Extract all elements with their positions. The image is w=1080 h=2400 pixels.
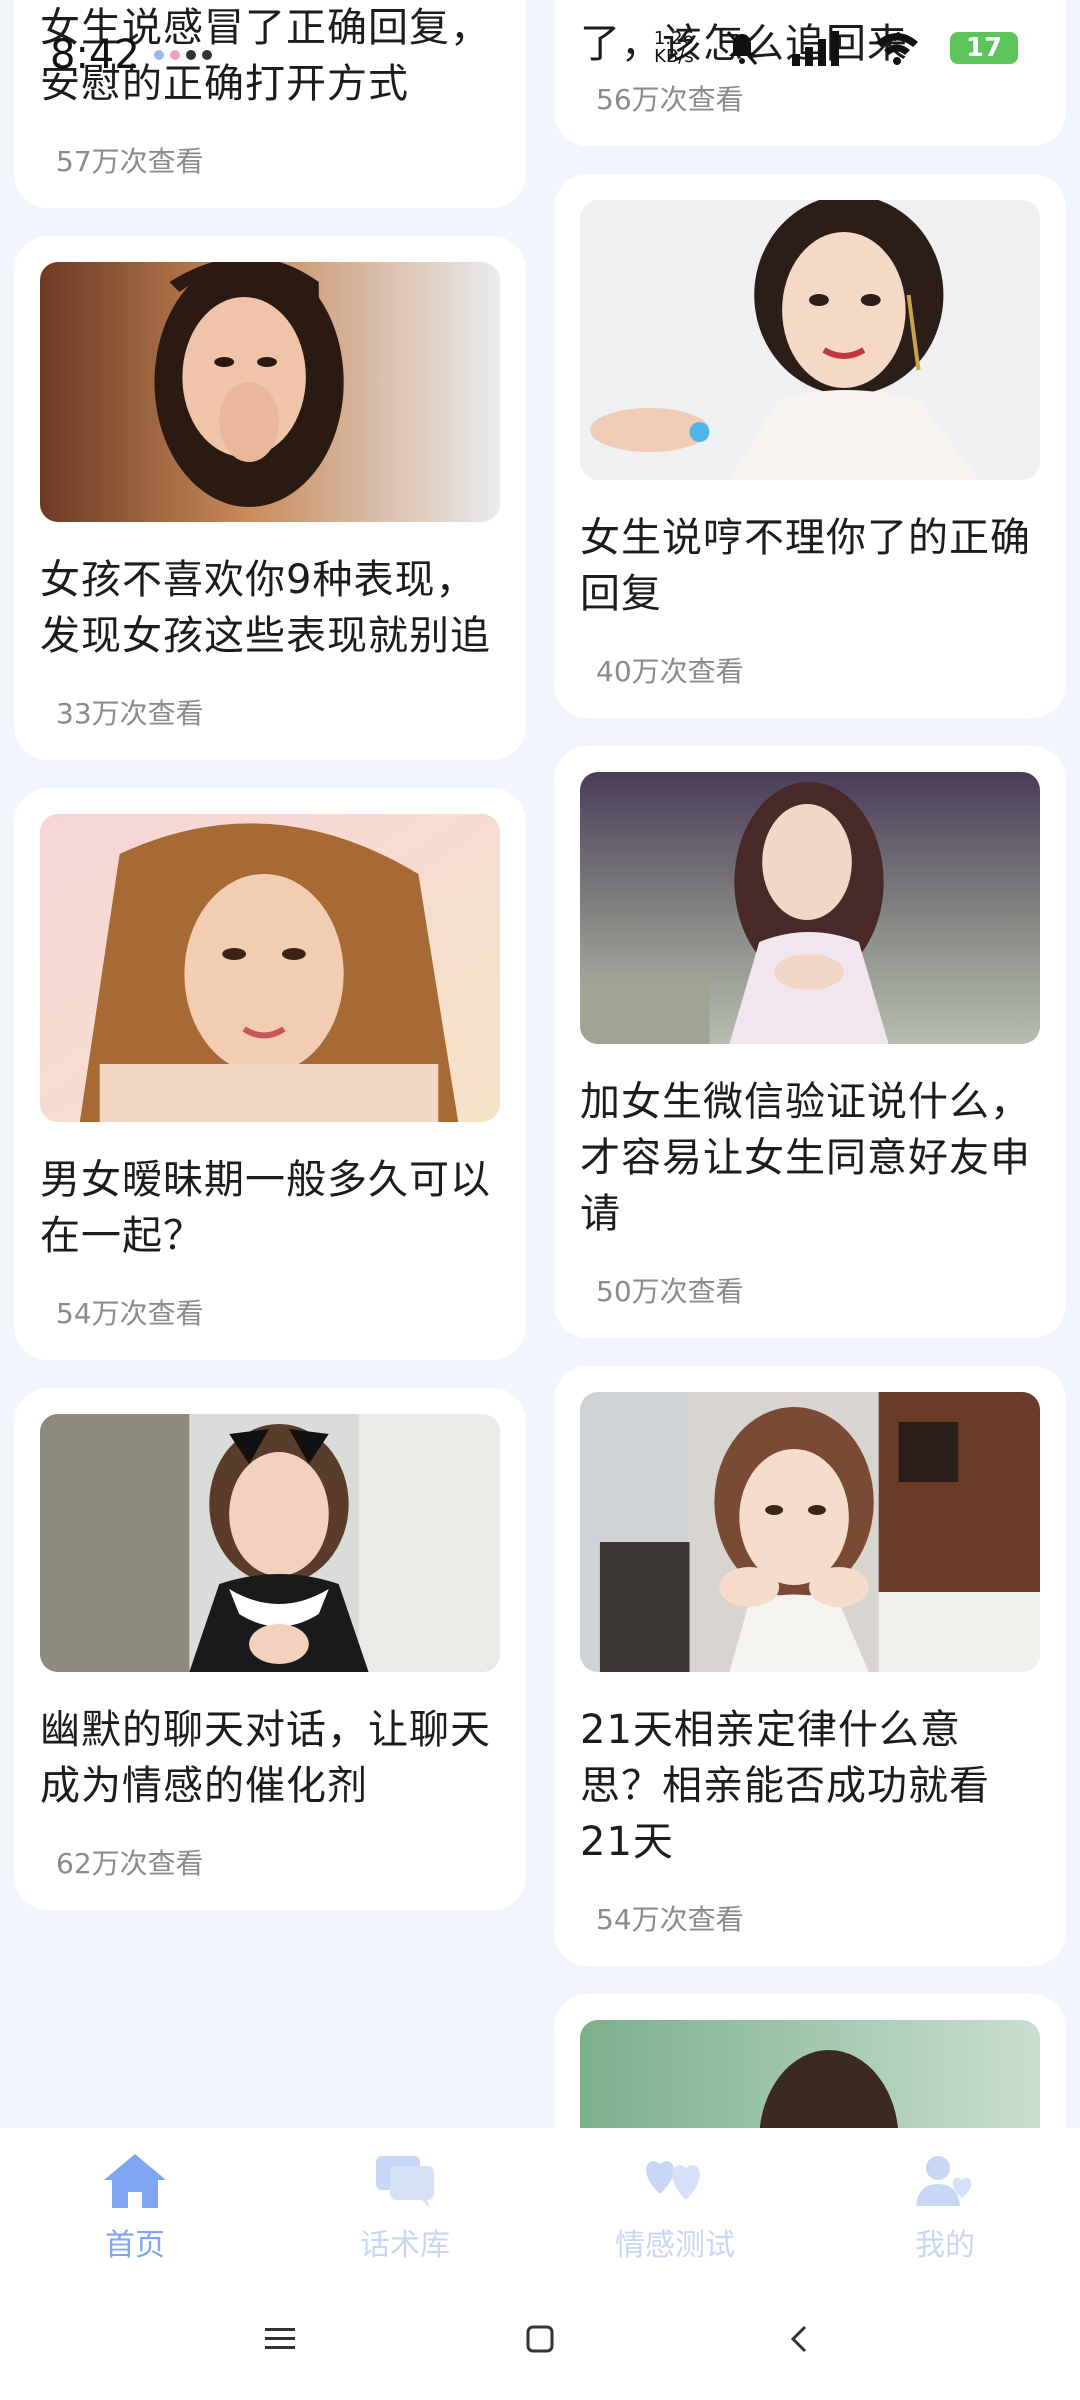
notification-dots-icon <box>153 50 212 60</box>
article-views: 33万次查看 <box>56 697 204 730</box>
status-bar: 8:42 1.26 KB/s 17 <box>0 0 1080 110</box>
battery-level: 17 <box>965 33 1003 63</box>
nav-home-label: 首页 <box>105 2228 165 2263</box>
feed-column-right: 了，该怎么追回来 56万次查看 <box>554 0 1066 2128</box>
network-speed-unit: KB/s <box>654 46 694 67</box>
menu-button[interactable] <box>250 2309 310 2369</box>
status-icons: 1.26 KB/s 17 <box>654 28 1020 68</box>
status-time: 8:42 <box>50 32 140 78</box>
article-views: 62万次查看 <box>56 1847 204 1880</box>
article-title: 幽默的聊天对话，让聊天成为情感的催化剂 <box>40 1707 491 1809</box>
signal-icon <box>792 31 839 66</box>
hearts-icon <box>646 2161 700 2200</box>
user-heart-icon <box>916 2156 972 2206</box>
chat-bubbles-icon <box>376 2156 434 2208</box>
article-title: 21天相亲定律什么意思？相亲能否成功就看21天 <box>580 1707 990 1865</box>
menu-icon <box>265 2328 295 2349</box>
wifi-icon <box>876 33 918 65</box>
bottom-navigation: 首页 话术库 情感测试 我的 <box>0 2128 1080 2278</box>
back-button[interactable] <box>770 2309 830 2369</box>
nav-mine-label: 我的 <box>915 2228 975 2263</box>
article-views: 50万次查看 <box>596 1275 744 1308</box>
article-thumbnail <box>580 772 1040 1044</box>
article-thumbnail <box>580 1392 1040 1672</box>
home-icon <box>104 2154 166 2208</box>
nav-emotion-test-label: 情感测试 <box>615 2228 735 2263</box>
home-button[interactable] <box>510 2309 570 2369</box>
nav-home[interactable]: 首页 <box>0 2128 270 2278</box>
back-arrow-icon <box>790 2325 807 2353</box>
article-views: 57万次查看 <box>56 145 204 178</box>
article-thumbnail <box>40 1414 500 1672</box>
battery-indicator: 17 <box>948 30 1020 66</box>
feed-column-left: 女生说感冒了正确回复，安慰的正确打开方式 57万次查看 女孩不喜欢你9种表现，发… <box>14 0 526 1938</box>
nav-scripts[interactable]: 话术库 <box>270 2128 540 2278</box>
article-card[interactable]: 男女暧昧期一般多久可以在一起？ 54万次查看 <box>14 788 526 1360</box>
article-card[interactable]: 女孩不喜欢你9种表现，发现女孩这些表现就别追 33万次查看 <box>14 236 526 760</box>
system-navigation <box>0 2278 1080 2400</box>
nav-emotion-test[interactable]: 情感测试 <box>540 2128 810 2278</box>
article-card[interactable]: 21天相亲定律什么意思？相亲能否成功就看21天 54万次查看 <box>554 1366 1066 1966</box>
article-views: 40万次查看 <box>596 655 744 688</box>
article-title: 女生说哼不理你了的正确回复 <box>580 515 1031 617</box>
app-screen: 8:42 1.26 KB/s 17 女生说感冒了正确回复，安慰的正确打开方式 5… <box>0 0 1080 2400</box>
article-thumbnail <box>40 814 500 1122</box>
article-thumbnail <box>40 262 500 522</box>
mute-icon <box>726 31 758 65</box>
article-thumbnail <box>580 2020 1040 2128</box>
article-card[interactable]: 加女生微信验证说什么，才容易让女生同意好友申请 50万次查看 <box>554 746 1066 1338</box>
article-views: 54万次查看 <box>596 1903 744 1936</box>
nav-mine[interactable]: 我的 <box>810 2128 1080 2278</box>
article-views: 54万次查看 <box>56 1297 204 1330</box>
square-home-icon <box>526 2325 554 2353</box>
article-title: 加女生微信验证说什么，才容易让女生同意好友申请 <box>580 1079 1031 1237</box>
network-speed: 1.26 KB/s <box>654 30 694 66</box>
article-title: 女孩不喜欢你9种表现，发现女孩这些表现就别追 <box>40 557 491 659</box>
article-card[interactable]: 女生说哼不理你了的正确回复 40万次查看 <box>554 174 1066 718</box>
article-card[interactable] <box>554 1994 1066 2128</box>
article-feed[interactable]: 女生说感冒了正确回复，安慰的正确打开方式 57万次查看 女孩不喜欢你9种表现，发… <box>0 0 1080 2128</box>
nav-scripts-label: 话术库 <box>360 2228 450 2263</box>
article-title: 男女暧昧期一般多久可以在一起？ <box>40 1157 491 1259</box>
article-card[interactable]: 幽默的聊天对话，让聊天成为情感的催化剂 62万次查看 <box>14 1388 526 1910</box>
article-thumbnail <box>580 200 1040 480</box>
